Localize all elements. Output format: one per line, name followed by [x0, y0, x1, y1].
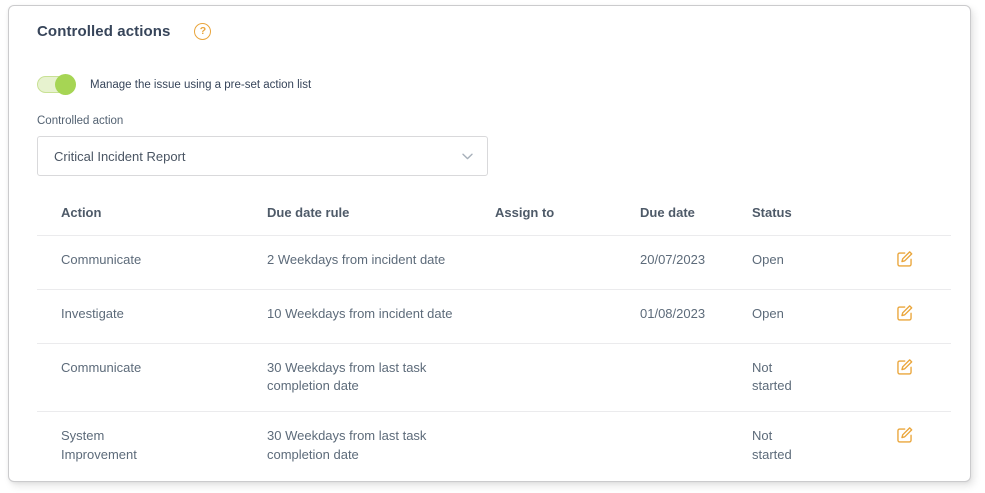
- help-circle-icon[interactable]: ?: [194, 23, 212, 40]
- edit-icon: [895, 249, 914, 268]
- edit-action-button[interactable]: [895, 425, 914, 444]
- col-header-assign-to: Assign to: [495, 188, 640, 236]
- cell-due-date-rule: 2 Weekdays from incident date: [267, 235, 495, 290]
- cell-status: Not started: [752, 343, 837, 413]
- cell-due-date: 20/07/2023: [640, 235, 752, 290]
- cell-due-date: [640, 343, 752, 413]
- table-row: System Improvement 30 Weekdays from last…: [37, 412, 951, 480]
- controlled-action-label: Controlled action: [37, 115, 124, 127]
- edit-action-button[interactable]: [895, 303, 914, 322]
- selected-value: Critical Incident Report: [54, 148, 186, 164]
- cell-due-date-rule: 10 Weekdays from incident date: [267, 289, 495, 344]
- cell-edit: [837, 343, 951, 413]
- toggle-row: Manage the issue using a pre-set action …: [37, 74, 948, 95]
- panel-header: Controlled actions ?: [37, 23, 948, 40]
- cell-status: Open: [752, 235, 837, 290]
- edit-icon: [895, 425, 914, 444]
- toggle-label: Manage the issue using a pre-set action …: [90, 78, 312, 91]
- cell-status: Open: [752, 289, 837, 344]
- edit-icon: [895, 303, 914, 322]
- cell-edit: [837, 235, 951, 290]
- table-row: Investigate 10 Weekdays from incident da…: [37, 289, 951, 344]
- cell-assign-to: [495, 343, 640, 413]
- actions-table: Action Due date rule Assign to Due date …: [37, 188, 951, 480]
- table-row: Communicate 2 Weekdays from incident dat…: [37, 235, 951, 290]
- cell-action: Communicate: [37, 343, 267, 413]
- col-header-actions: [837, 188, 951, 236]
- col-header-status: Status: [752, 188, 837, 236]
- controlled-action-select[interactable]: Critical Incident Report: [37, 136, 488, 176]
- preset-action-list-toggle[interactable]: [37, 74, 76, 95]
- toggle-knob: [55, 74, 76, 95]
- col-header-due-date: Due date: [640, 188, 752, 236]
- cell-assign-to: [495, 412, 640, 480]
- cell-action: System Improvement: [61, 428, 137, 463]
- controlled-actions-panel: Controlled actions ? Manage the issue us…: [8, 5, 971, 482]
- cell-due-date: [640, 412, 752, 480]
- edit-action-button[interactable]: [895, 249, 914, 268]
- cell-due-date: 01/08/2023: [640, 289, 752, 344]
- edit-action-button[interactable]: [895, 357, 914, 376]
- cell-edit: [837, 412, 951, 480]
- edit-icon: [895, 357, 914, 376]
- cell-assign-to: [495, 289, 640, 344]
- cell-edit: [837, 289, 951, 344]
- page-title: Controlled actions: [37, 23, 171, 40]
- col-header-action: Action: [37, 188, 267, 236]
- table-row: Communicate 30 Weekdays from last task c…: [37, 343, 951, 413]
- cell-assign-to: [495, 235, 640, 290]
- cell-due-date-rule: 30 Weekdays from last task completion da…: [267, 343, 495, 413]
- cell-action: Investigate: [37, 289, 267, 344]
- cell-action: Communicate: [37, 235, 267, 290]
- col-header-due-date-rule: Due date rule: [267, 188, 495, 236]
- cell-due-date-rule: 30 Weekdays from last task completion da…: [267, 428, 427, 463]
- table-header-row: Action Due date rule Assign to Due date …: [37, 188, 951, 236]
- chevron-down-icon: [462, 153, 473, 160]
- cell-status: Not started: [752, 428, 792, 463]
